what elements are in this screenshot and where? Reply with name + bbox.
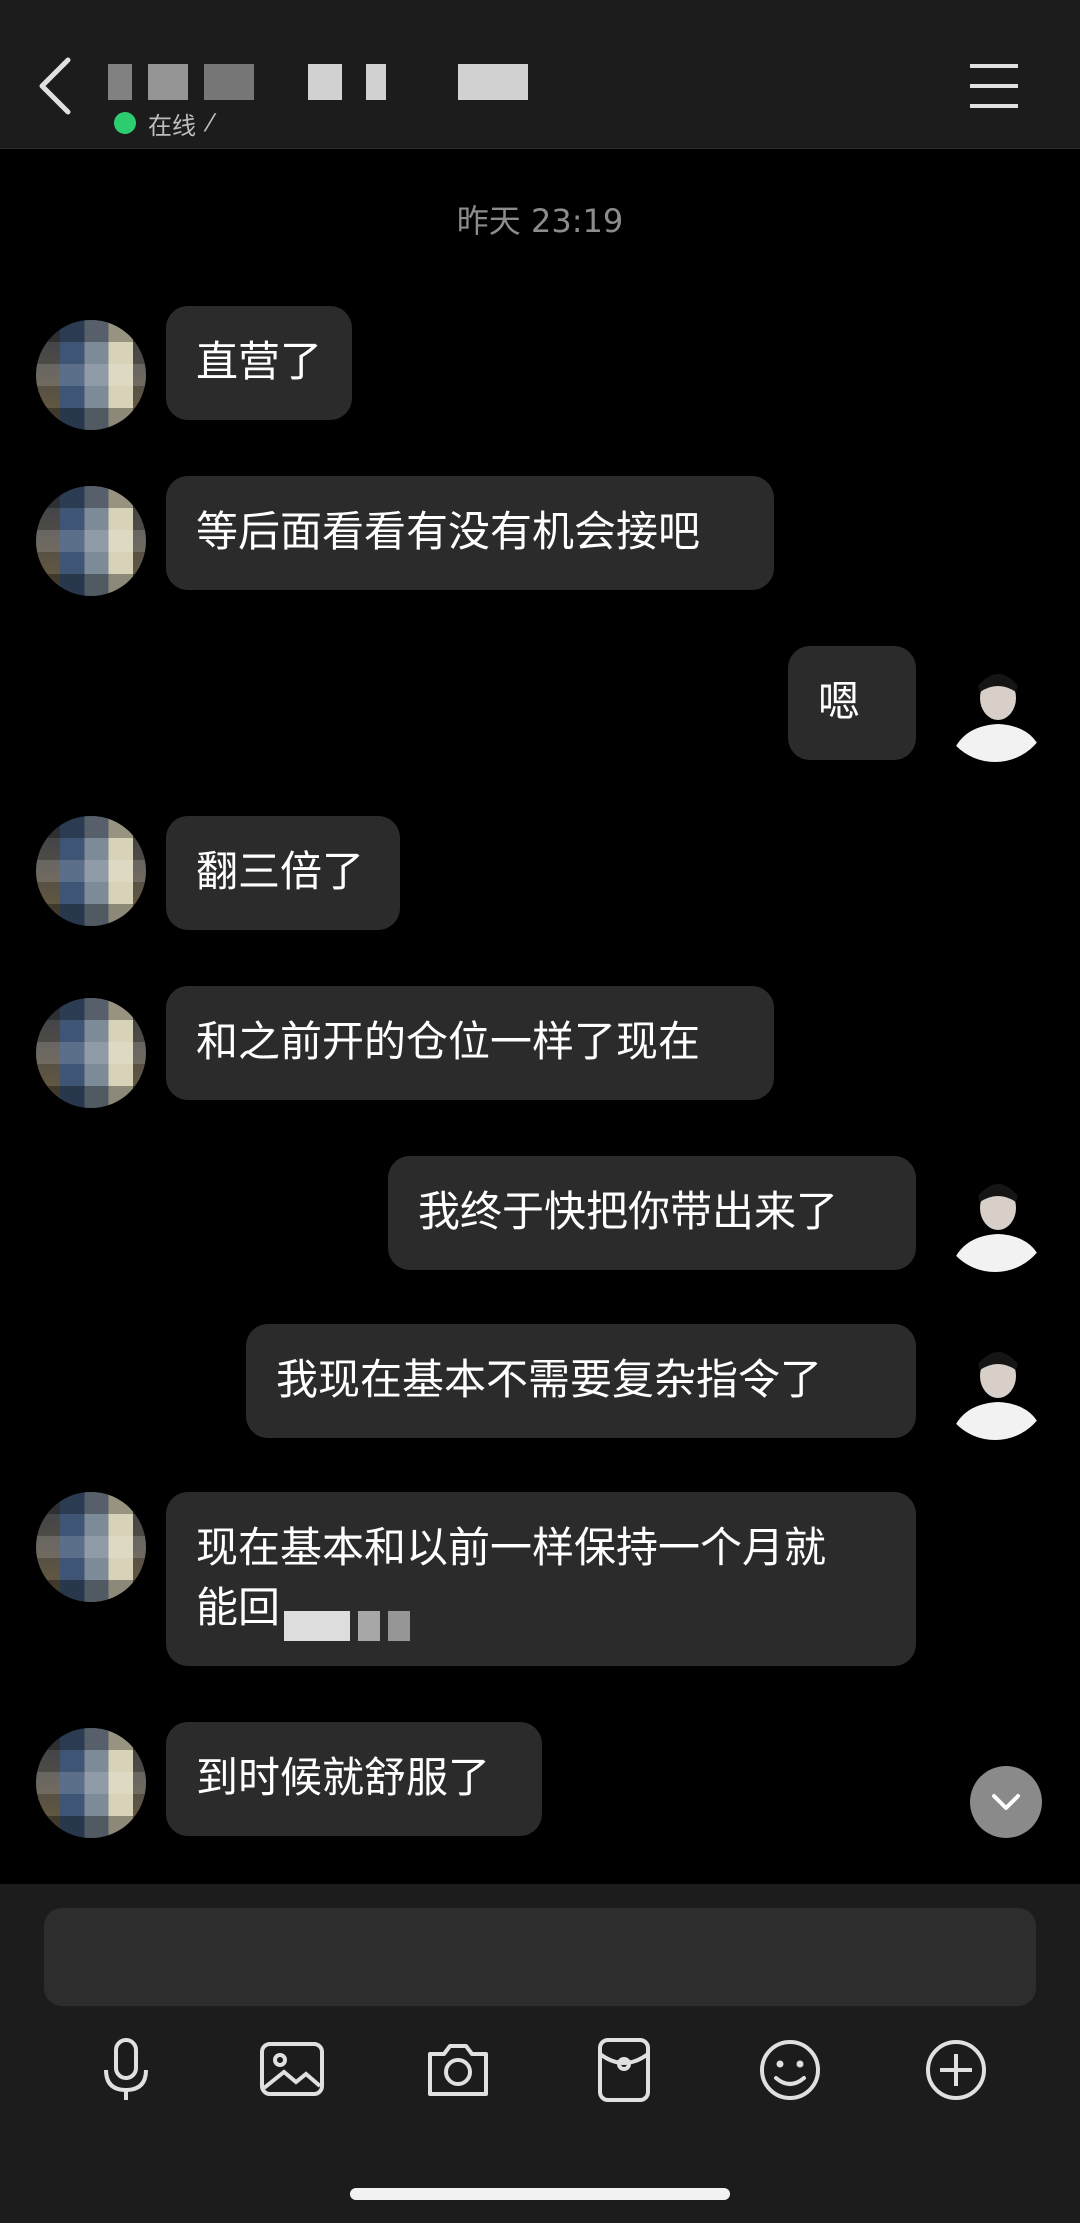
chat-header: 在线 ⁄ [0,0,1080,149]
message-text: 翻三倍了 [196,847,365,896]
voice-button[interactable] [90,2034,162,2106]
message-text: 到时候就舒服了 [196,1753,491,1802]
message-bubble-incoming[interactable]: 等后面看看有没有机会接吧 [166,476,774,590]
emoji-icon [760,2040,820,2100]
menu-button[interactable] [962,56,1026,116]
message-bubble-outgoing[interactable]: 我现在基本不需要复杂指令了 [246,1324,916,1438]
person-avatar-icon [940,1330,1050,1440]
photo-button[interactable] [256,2034,328,2106]
message-text: 我现在基本不需要复杂指令了 [276,1355,823,1404]
person-avatar-icon [940,652,1050,762]
message-text: 直营了 [196,337,323,386]
chevron-left-icon [39,57,71,115]
more-button[interactable] [920,2034,992,2106]
online-status: 在线 ⁄ [114,106,212,140]
image-icon [260,2042,324,2096]
camera-button[interactable] [422,2034,494,2106]
message-bubble-outgoing[interactable]: 嗯 [788,646,916,760]
message-text-line-1: 现在基本和以前一样保持一个月就 [196,1523,827,1572]
contact-avatar[interactable] [36,320,146,430]
contact-name-redacted [108,58,538,108]
my-avatar[interactable] [940,1162,1050,1272]
camera-icon [428,2044,488,2096]
contact-avatar[interactable] [36,486,146,596]
contact-avatar[interactable] [36,1728,146,1838]
scroll-to-bottom-button[interactable] [970,1766,1042,1838]
message-bubble-incoming[interactable]: 翻三倍了 [166,816,400,930]
home-indicator[interactable] [350,2188,730,2200]
contact-avatar[interactable] [36,816,146,926]
red-packet-button[interactable] [588,2034,660,2106]
hamburger-menu-icon [970,64,1018,108]
contact-avatar[interactable] [36,998,146,1108]
message-text: 嗯 [818,677,861,726]
person-avatar-icon [940,1162,1050,1272]
message-bubble-incoming[interactable]: 到时候就舒服了 [166,1722,542,1836]
message-text: 等后面看看有没有机会接吧 [196,507,701,556]
message-text-fragment: 能回 [196,1583,281,1632]
microphone-icon [104,2038,148,2100]
chevron-down-icon [992,1794,1020,1810]
my-avatar[interactable] [940,652,1050,762]
message-bubble-incoming[interactable]: 直营了 [166,306,352,420]
message-text-line-2: 能回 [196,1578,886,1641]
red-packet-icon [598,2038,650,2102]
message-bubble-outgoing[interactable]: 我终于快把你带出来了 [388,1156,916,1270]
my-avatar[interactable] [940,1330,1050,1440]
emoji-button[interactable] [754,2034,826,2106]
status-text: 在线 [148,111,196,140]
message-text: 和之前开的仓位一样了现在 [196,1017,701,1066]
message-bubble-incoming[interactable]: 和之前开的仓位一样了现在 [166,986,774,1100]
status-edit-mark: ⁄ [208,109,213,137]
back-button[interactable] [30,46,86,126]
redacted-text-block [284,1594,418,1641]
message-bubble-incoming[interactable]: 现在基本和以前一样保持一个月就 能回 [166,1492,916,1666]
message-input[interactable] [44,1908,1036,2006]
message-timestamp: 昨天 23:19 [456,202,624,240]
message-text: 我终于快把你带出来了 [418,1187,839,1236]
contact-avatar[interactable] [36,1492,146,1602]
online-dot-icon [114,112,136,134]
plus-icon [926,2040,986,2100]
